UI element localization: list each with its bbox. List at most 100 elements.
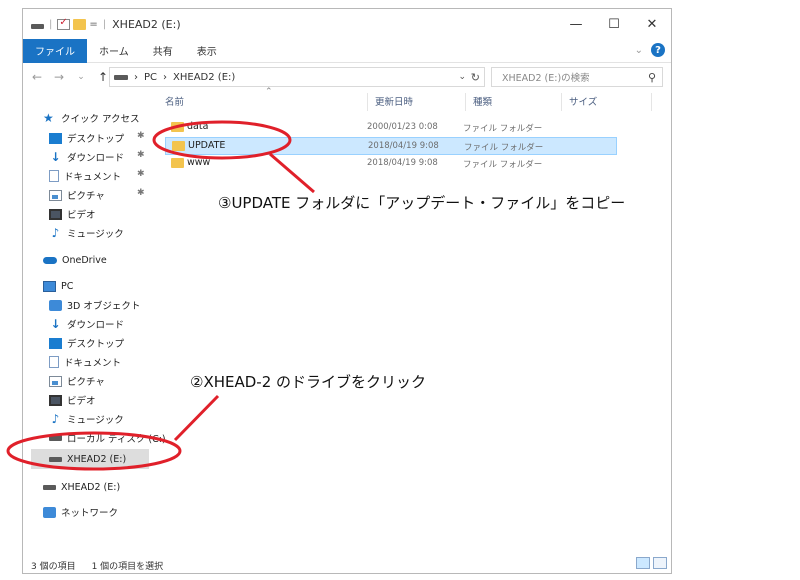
customize-toolbar-button[interactable]: =: [89, 19, 97, 30]
column-divider[interactable]: [367, 93, 368, 111]
tab-view[interactable]: 表示: [185, 39, 229, 63]
properties-icon[interactable]: [57, 17, 71, 30]
breadcrumb-separator: ›: [134, 71, 138, 83]
nav-item-videos[interactable]: ビデオ: [49, 205, 96, 223]
download-icon: ↓: [50, 317, 61, 331]
nav-label: PC: [61, 280, 74, 292]
tab-share[interactable]: 共有: [141, 39, 185, 63]
column-header-date[interactable]: 更新日時: [375, 93, 413, 109]
cloud-icon: [43, 256, 57, 264]
column-divider[interactable]: [561, 93, 562, 111]
refresh-icon[interactable]: ↻: [471, 71, 480, 84]
ribbon-right: ⌄ ?: [635, 43, 665, 57]
pin-icon[interactable]: ✱: [137, 131, 145, 141]
nav-item-pictures[interactable]: ピクチャ: [49, 186, 105, 204]
nav-item-desktop[interactable]: デスクトップ: [49, 129, 124, 147]
nav-item-videos-pc[interactable]: ビデオ: [49, 391, 96, 409]
nav-item-3d-objects[interactable]: 3D オブジェクト: [49, 296, 140, 314]
search-input[interactable]: XHEAD2 (E:)の検索 ⚲: [491, 67, 663, 87]
nav-item-desktop-pc[interactable]: デスクトップ: [49, 334, 124, 352]
breadcrumb-pc[interactable]: PC: [144, 72, 157, 83]
nav-item-xhead2-selected[interactable]: XHEAD2 (E:): [49, 450, 126, 468]
nav-item-documents-pc[interactable]: ドキュメント: [49, 353, 121, 371]
desktop-icon: [49, 132, 62, 144]
minimize-button[interactable]: —: [557, 9, 595, 39]
column-header-type[interactable]: 種類: [473, 93, 492, 109]
back-button[interactable]: ←: [29, 70, 45, 84]
nav-label: ピクチャ: [67, 191, 105, 202]
folder-icon: [172, 141, 185, 151]
nav-item-documents[interactable]: ドキュメント: [49, 167, 121, 185]
nav-item-local-disk[interactable]: ローカル ディスク (C:): [49, 429, 166, 447]
column-header-size[interactable]: サイズ: [569, 93, 597, 109]
nav-onedrive[interactable]: OneDrive: [43, 251, 107, 269]
pin-icon[interactable]: ✱: [137, 188, 145, 198]
breadcrumb-separator: ›: [163, 71, 168, 83]
file-date: 2018/04/19 9:08: [367, 158, 438, 168]
column-divider[interactable]: [465, 93, 466, 111]
nav-item-pictures-pc[interactable]: ピクチャ: [49, 372, 105, 390]
pin-icon[interactable]: ✱: [137, 150, 145, 160]
expand-ribbon-icon[interactable]: ⌄: [635, 45, 643, 56]
desktop-icon: [49, 337, 62, 349]
recent-locations-button[interactable]: ⌄: [73, 72, 89, 82]
nav-item-downloads-pc[interactable]: ↓ ダウンロード: [49, 315, 124, 333]
hard-drive-icon: [49, 435, 62, 441]
document-icon: [49, 170, 59, 182]
folder-icon: [171, 122, 184, 132]
file-name: data: [187, 121, 209, 132]
nav-quick-access[interactable]: ★ クイック アクセス: [43, 109, 140, 127]
address-dropdown-icon[interactable]: ⌄: [458, 72, 466, 82]
nav-label: ローカル ディスク (C:): [67, 434, 166, 445]
nav-item-music-pc[interactable]: ♪ ミュージック: [49, 410, 124, 428]
large-icons-view-icon[interactable]: [653, 557, 667, 569]
tab-file[interactable]: ファイル: [23, 38, 87, 63]
toolbar-divider: |: [102, 18, 107, 30]
item-count: 3 個の項目: [31, 561, 76, 572]
nav-item-downloads[interactable]: ↓ ダウンロード: [49, 148, 124, 166]
toolbar-divider: |: [49, 18, 53, 30]
address-row: ← → ⌄ ↑ › PC › XHEAD2 (E:) ⌄ ↻ XHEAD2 (E…: [23, 64, 671, 90]
nav-label: ダウンロード: [67, 153, 125, 164]
search-placeholder: XHEAD2 (E:)の検索: [502, 73, 590, 84]
forward-button[interactable]: →: [51, 70, 67, 84]
details-view-icon[interactable]: [636, 557, 650, 569]
nav-pc[interactable]: PC: [43, 277, 73, 295]
drive-icon: [114, 74, 128, 80]
nav-item-xhead2[interactable]: XHEAD2 (E:): [43, 478, 120, 496]
file-type: ファイル フォルダー: [463, 160, 543, 170]
drive-icon: [31, 23, 44, 29]
pin-icon[interactable]: ✱: [137, 169, 145, 179]
column-divider[interactable]: [651, 93, 652, 111]
nav-item-music[interactable]: ♪ ミュージック: [49, 224, 124, 242]
file-row-selected[interactable]: UPDATE 2018/04/19 9:08 ファイル フォルダー: [165, 137, 617, 155]
download-icon: ↓: [50, 150, 61, 164]
window-title: XHEAD2 (E:): [112, 17, 181, 31]
column-header-name[interactable]: 名前: [165, 93, 184, 109]
folder-icon: [171, 158, 184, 168]
search-icon[interactable]: ⚲: [648, 71, 656, 84]
maximize-button[interactable]: ☐: [595, 9, 633, 39]
pictures-icon: [49, 375, 62, 387]
help-icon[interactable]: ?: [651, 43, 665, 57]
pictures-icon: [49, 189, 62, 201]
annotation-step3: ③UPDATE フォルダに「アップデート・ファイル」をコピー: [218, 194, 626, 212]
nav-label: クイック アクセス: [61, 114, 140, 125]
tab-home[interactable]: ホーム: [87, 39, 141, 63]
title-bar: | = | XHEAD2 (E:) — ☐ ✕: [23, 9, 671, 39]
nav-label: ドキュメント: [64, 172, 122, 183]
nav-network[interactable]: ネットワーク: [43, 503, 118, 521]
drive-icon: [49, 456, 62, 462]
new-folder-icon[interactable]: [73, 18, 87, 30]
breadcrumb-drive[interactable]: XHEAD2 (E:): [173, 72, 235, 83]
file-row[interactable]: www 2018/04/19 9:08 ファイル フォルダー: [165, 155, 617, 173]
nav-label: OneDrive: [62, 254, 107, 266]
address-bar[interactable]: › PC › XHEAD2 (E:) ⌄ ↻: [109, 67, 485, 87]
file-row[interactable]: data 2000/01/23 0:08 ファイル フォルダー: [165, 119, 617, 137]
file-type: ファイル フォルダー: [464, 143, 544, 153]
close-button[interactable]: ✕: [633, 9, 671, 39]
file-date: 2000/01/23 0:08: [367, 122, 438, 132]
video-icon: [49, 208, 62, 220]
star-icon: ★: [43, 111, 54, 125]
nav-label: XHEAD2 (E:): [67, 453, 127, 465]
